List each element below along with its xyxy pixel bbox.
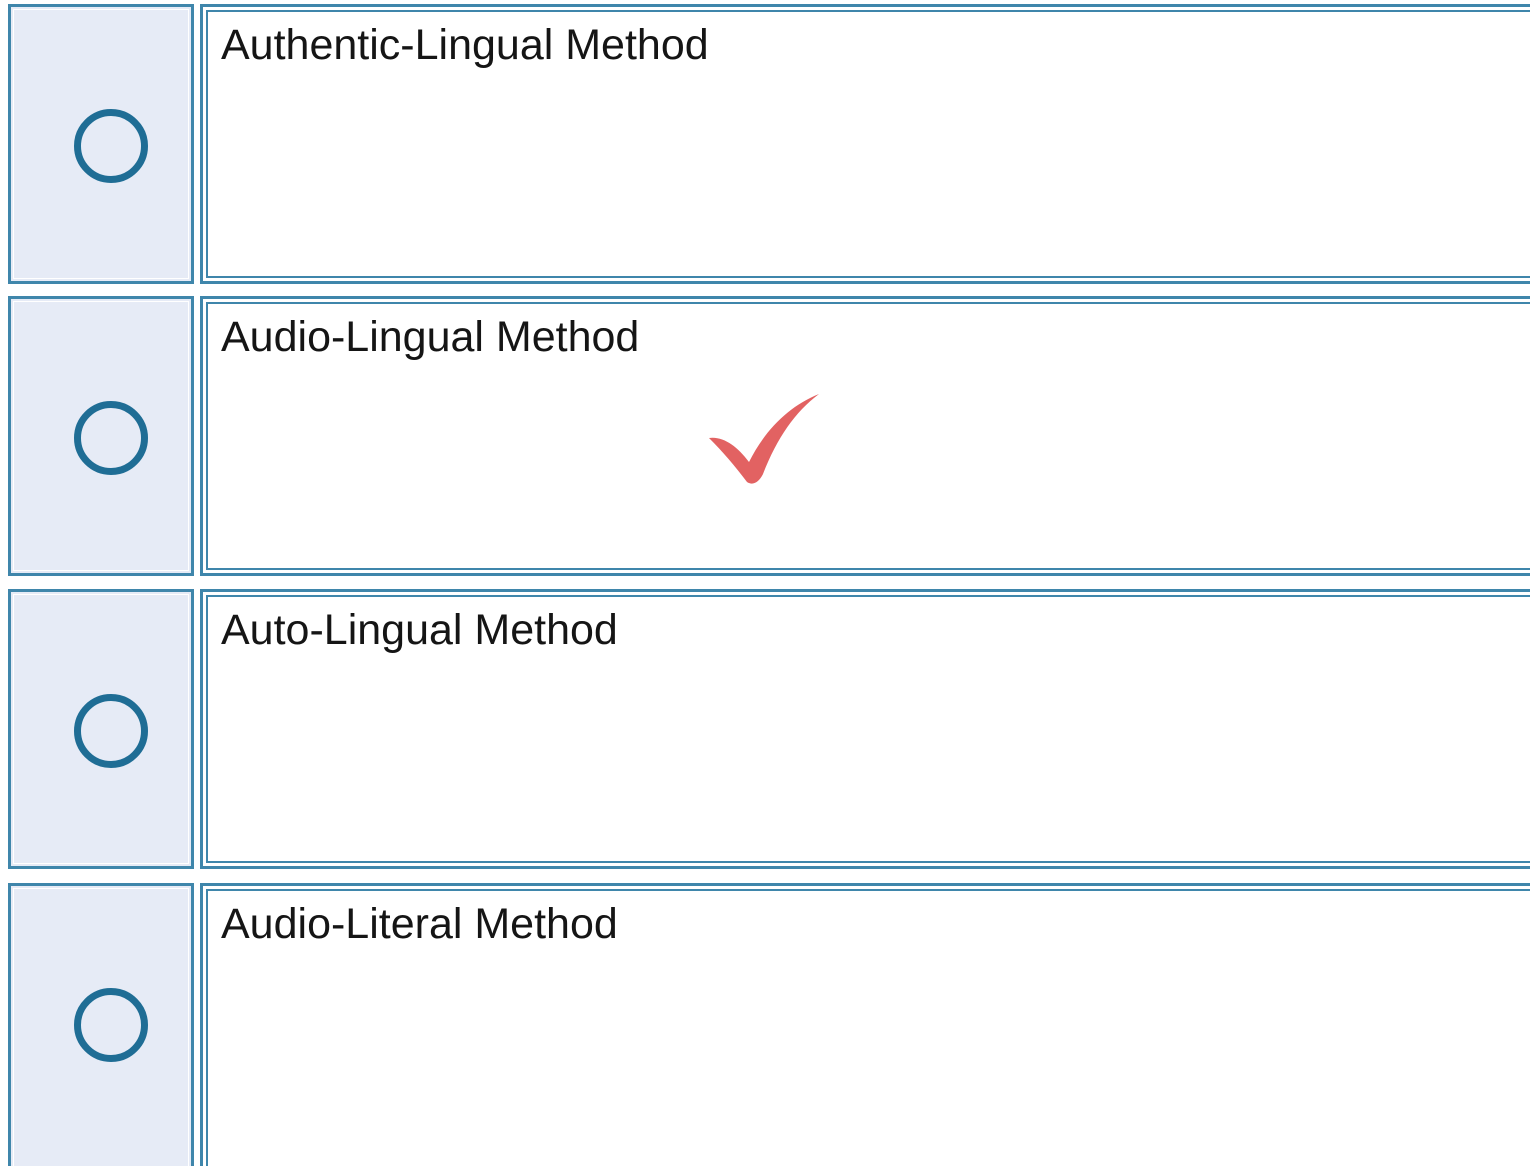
radio-button-option-2[interactable]	[74, 401, 148, 475]
answer-options: Authentic-Lingual Method Audio-Lingual M…	[0, 0, 1530, 1166]
checkmark-icon	[709, 394, 819, 484]
option-label: Authentic-Lingual Method	[221, 21, 709, 69]
option-row-1[interactable]: Authentic-Lingual Method	[0, 0, 1530, 285]
option-label: Auto-Lingual Method	[221, 606, 618, 654]
option-row-3[interactable]: Auto-Lingual Method	[0, 585, 1530, 870]
radio-button-option-1[interactable]	[74, 109, 148, 183]
option-row-4[interactable]: Audio-Literal Method	[0, 879, 1530, 1166]
radio-cell	[8, 589, 194, 869]
option-label: Audio-Lingual Method	[221, 313, 640, 361]
radio-button-option-3[interactable]	[74, 694, 148, 768]
radio-button-option-4[interactable]	[74, 988, 148, 1062]
radio-cell	[8, 4, 194, 284]
option-label: Audio-Literal Method	[221, 900, 618, 948]
option-label-cell[interactable]: Auto-Lingual Method	[200, 589, 1530, 869]
option-label-cell[interactable]: Audio-Lingual Method	[200, 296, 1530, 576]
radio-cell	[8, 296, 194, 576]
option-label-cell[interactable]: Audio-Literal Method	[200, 883, 1530, 1166]
radio-cell	[8, 883, 194, 1166]
option-label-cell[interactable]: Authentic-Lingual Method	[200, 4, 1530, 284]
